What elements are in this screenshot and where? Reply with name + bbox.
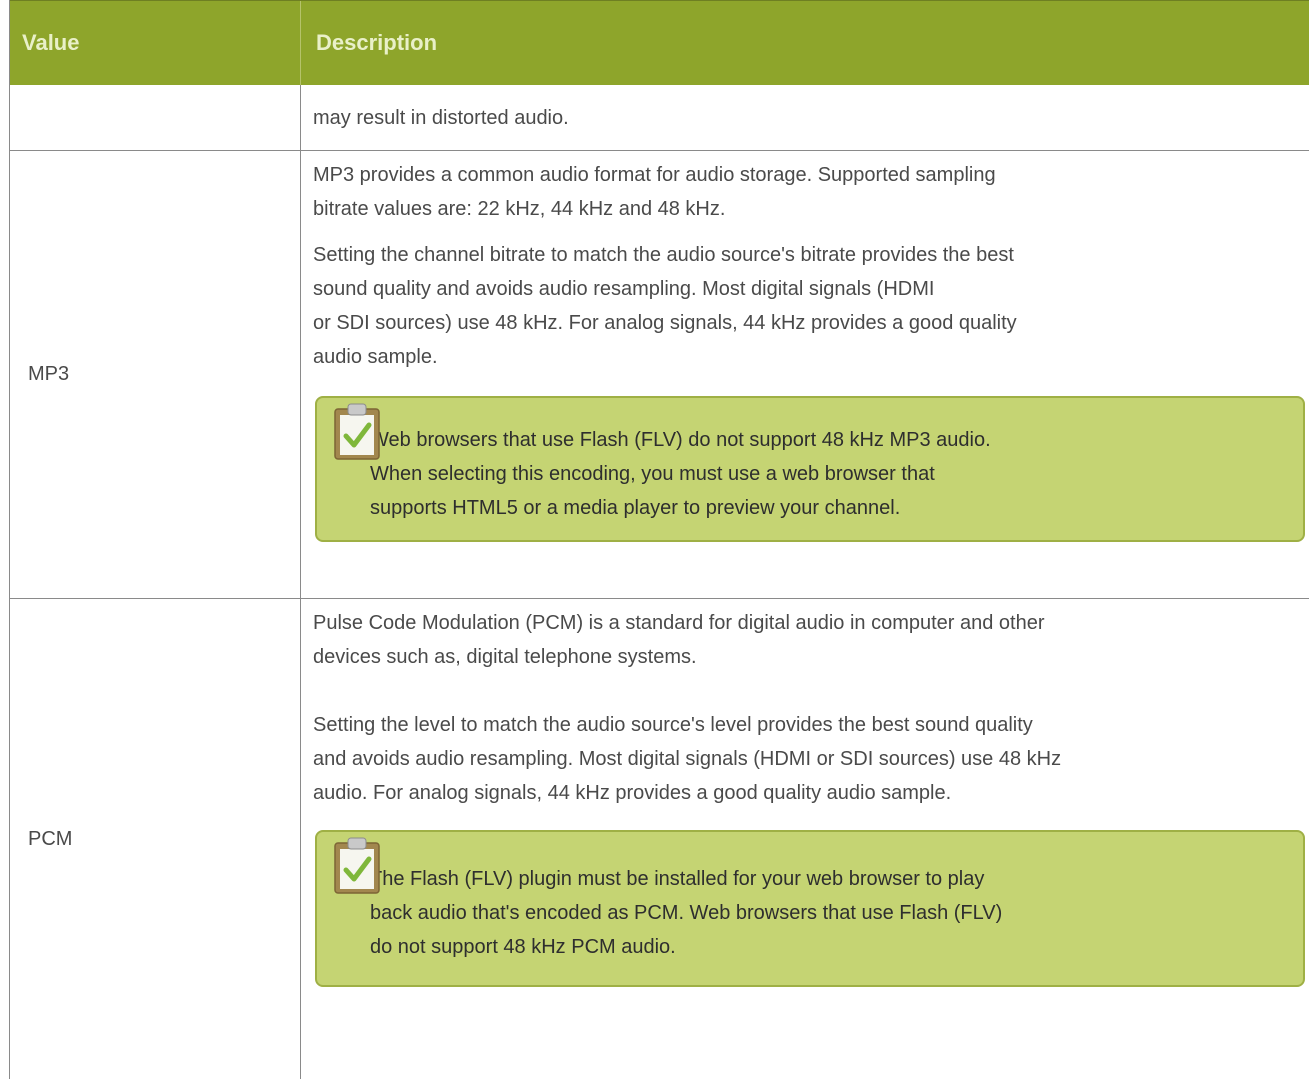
table-row: may result in distorted audio. <box>10 85 1309 151</box>
note-line: do not support 48 kHz PCM audio. <box>370 936 676 958</box>
description-line: MP3 provides a common audio format for a… <box>313 164 996 186</box>
row-description: MP3 provides a common audio format for a… <box>301 151 1309 598</box>
row-value <box>10 85 301 150</box>
table-row: MP3 MP3 provides a common audio format f… <box>10 151 1309 599</box>
table-row: PCM Pulse Code Modulation (PCM) is a sta… <box>10 599 1309 1079</box>
note-box: The Flash (FLV) plugin must be installed… <box>315 830 1305 987</box>
note-line: back audio that's encoded as PCM. Web br… <box>370 902 1003 924</box>
description-line: Pulse Code Modulation (PCM) is a standar… <box>313 612 1045 634</box>
header-description: Description <box>316 30 438 55</box>
note-line: When selecting this encoding, you must u… <box>370 463 935 485</box>
description-paragraph: Setting the level to match the audio sou… <box>313 708 1309 810</box>
note-text: Web browsers that use Flash (FLV) do not… <box>317 423 1303 525</box>
description-line: audio sample. <box>313 346 438 368</box>
row-description: may result in distorted audio. <box>301 85 1309 150</box>
note-text: The Flash (FLV) plugin must be installed… <box>317 862 1303 964</box>
description-line: devices such as, digital telephone syste… <box>313 646 697 668</box>
note-line: supports HTML5 or a media player to prev… <box>370 497 901 519</box>
header-value: Value <box>10 1 301 85</box>
description-line: or SDI sources) use 48 kHz. For analog s… <box>313 312 1017 334</box>
row-value: PCM <box>10 599 301 1079</box>
description-line: audio. For analog signals, 44 kHz provid… <box>313 782 952 804</box>
description-paragraph: Setting the channel bitrate to match the… <box>313 238 1309 374</box>
description-paragraph: MP3 provides a common audio format for a… <box>313 158 1309 226</box>
description-line: bitrate values are: 22 kHz, 44 kHz and 4… <box>313 198 726 220</box>
description-line: and avoids audio resampling. Most digita… <box>313 748 1062 770</box>
description-paragraph: Pulse Code Modulation (PCM) is a standar… <box>313 606 1309 674</box>
clipboard-check-icon <box>333 837 381 895</box>
description-line: Setting the level to match the audio sou… <box>313 714 1033 736</box>
note-line: The Flash (FLV) plugin must be installed… <box>370 868 985 890</box>
row-value: MP3 <box>10 151 301 598</box>
row-description: Pulse Code Modulation (PCM) is a standar… <box>301 599 1309 1079</box>
description-line: Setting the channel bitrate to match the… <box>313 244 1014 266</box>
description-line: may result in distorted audio. <box>313 107 569 129</box>
encoding-table: Value Description may result in distorte… <box>9 0 1309 1079</box>
note-box: Web browsers that use Flash (FLV) do not… <box>315 396 1305 542</box>
note-line: Web browsers that use Flash (FLV) do not… <box>370 429 991 451</box>
description-line: sound quality and avoids audio resamplin… <box>313 278 935 300</box>
table-header: Value Description <box>10 0 1309 85</box>
clipboard-check-icon <box>333 403 381 461</box>
